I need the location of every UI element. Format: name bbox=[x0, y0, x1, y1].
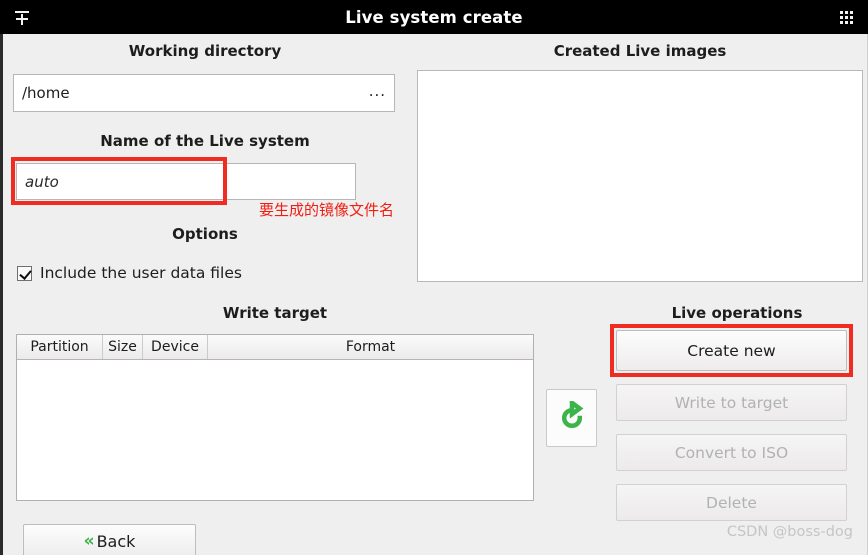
write-target-table-body[interactable] bbox=[17, 360, 533, 500]
live-operations-heading: Live operations bbox=[671, 304, 803, 322]
include-user-data-label: Include the user data files bbox=[40, 264, 242, 282]
working-directory-value: /home bbox=[22, 84, 70, 102]
live-name-input[interactable]: auto bbox=[16, 163, 356, 200]
add-stack-glyph bbox=[14, 9, 30, 25]
refresh-icon bbox=[561, 401, 583, 429]
back-button-label: Back bbox=[96, 531, 136, 551]
convert-to-iso-button[interactable]: Convert to ISO bbox=[616, 434, 847, 471]
include-user-data-checkbox-row[interactable]: Include the user data files bbox=[17, 264, 242, 282]
live-name-value: auto bbox=[25, 172, 59, 191]
column-header-device[interactable]: Device bbox=[143, 335, 208, 359]
double-chevron-left-icon: « bbox=[83, 531, 95, 551]
window-title: Live system create bbox=[345, 7, 523, 27]
working-directory-input[interactable]: /home ... bbox=[13, 74, 395, 112]
write-target-heading: Write target bbox=[222, 304, 328, 322]
grid-dots-icon[interactable] bbox=[824, 0, 868, 34]
watermark: CSDN @boss-dog bbox=[726, 524, 853, 540]
column-header-format[interactable]: Format bbox=[208, 335, 533, 359]
created-images-heading: Created Live images bbox=[553, 42, 727, 60]
create-new-button[interactable]: Create new bbox=[616, 330, 847, 371]
write-to-target-button[interactable]: Write to target bbox=[616, 384, 847, 421]
grid-dots-glyph bbox=[839, 10, 853, 24]
column-header-partition[interactable]: Partition bbox=[17, 335, 103, 359]
working-directory-heading: Working directory bbox=[128, 42, 282, 60]
ellipsis-icon[interactable]: ... bbox=[369, 83, 386, 100]
add-stack-icon[interactable] bbox=[0, 0, 44, 34]
include-user-data-checkbox[interactable] bbox=[17, 265, 32, 281]
delete-button[interactable]: Delete bbox=[616, 484, 847, 521]
annotation-text-live-name: 要生成的镜像文件名 bbox=[259, 201, 395, 219]
write-target-table[interactable]: Partition Size Device Format bbox=[16, 334, 534, 501]
options-heading: Options bbox=[172, 225, 238, 243]
refresh-button[interactable] bbox=[546, 389, 597, 447]
created-images-list[interactable] bbox=[417, 70, 863, 282]
back-button[interactable]: « Back bbox=[23, 524, 196, 555]
write-target-table-header: Partition Size Device Format bbox=[17, 335, 533, 360]
live-name-heading: Name of the Live system bbox=[100, 132, 310, 150]
live-system-create-window: Live system create Working directory /ho… bbox=[0, 0, 868, 555]
window-titlebar: Live system create bbox=[0, 0, 868, 34]
column-header-size[interactable]: Size bbox=[103, 335, 143, 359]
